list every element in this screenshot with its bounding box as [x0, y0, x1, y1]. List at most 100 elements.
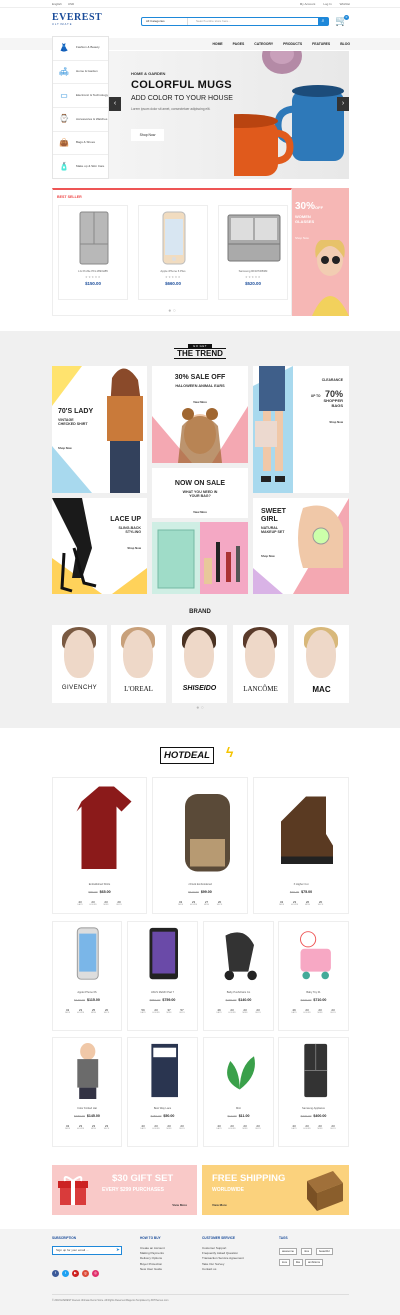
footer: [0, 1229, 400, 1315]
tag-item[interactable]: beautiful: [316, 1248, 333, 1255]
tag-item[interactable]: awesome: [279, 1248, 297, 1255]
brand-card[interactable]: MAC: [294, 625, 349, 703]
sidebar-item-fashion[interactable]: 👗 Fashion & Beauty: [53, 37, 108, 61]
slider-dots[interactable]: ● ○: [53, 308, 291, 314]
product-card[interactable]: LG Profile PFL1893H85 ★★★★★ $150.00: [58, 205, 128, 300]
hero-prev-arrow[interactable]: ‹: [109, 97, 121, 111]
brand-slider-dots[interactable]: ● ○: [0, 705, 400, 711]
hero-next-arrow[interactable]: ›: [337, 97, 349, 111]
product-name[interactable]: Apple iPhone 6S: [53, 991, 121, 994]
tile-shop-now-link[interactable]: Shop Now: [127, 546, 141, 550]
wishlist-link[interactable]: Wishlist: [340, 2, 350, 6]
product-name[interactable]: Color Knitted Hat: [53, 1107, 121, 1110]
hotdeal-card[interactable]: Apple iPhone 6S $140.00 $115.00 43 DAYS 23 HOU…: [52, 921, 122, 1031]
product-name[interactable]: LG Profile PFL1893H85: [59, 269, 127, 273]
product-card[interactable]: Apple iPhone 6 Plus ★★★★★ $660.00: [138, 205, 208, 300]
product-name[interactable]: Baby Toy 01: [279, 991, 348, 994]
trend-tile-makeup-bag[interactable]: [152, 522, 248, 594]
gift-view-more-link[interactable]: View More: [172, 1203, 187, 1207]
logo[interactable]: EVEREST ULTIMATE: [52, 13, 102, 33]
login-link[interactable]: Log In: [323, 2, 331, 6]
hotdeal-card[interactable]: Samsung Appliance $720.00 $400.00 43 DAYS 23 H…: [278, 1037, 349, 1147]
tile-shop-now-link[interactable]: Shop Now: [329, 420, 343, 424]
free-shipping-banner[interactable]: FREE SHIPPING WORLDWIDE View More: [202, 1165, 349, 1215]
ship-view-more-link[interactable]: View More: [212, 1203, 227, 1207]
sidebar-item-accessories[interactable]: ⌚ Accessories & Watches: [53, 108, 108, 132]
hotdeal-card[interactable]: Color Knitted Hat $180.00 $145.00 43 DAYS 23 H…: [52, 1037, 122, 1147]
product-name[interactable]: X Higher Cut: [254, 883, 348, 886]
nav-category[interactable]: CATEGORY: [254, 42, 273, 46]
tag-item[interactable]: love: [279, 1259, 291, 1266]
nav-features[interactable]: FEATURES: [312, 42, 330, 46]
product-card[interactable]: Samsung RF1PN083M ★★★★★ $520.00: [218, 205, 288, 300]
brand-card[interactable]: GIVENCHY: [52, 625, 107, 703]
trend-tile-70s-lady[interactable]: 70'S LADY VINTAGE CHECKED SHIRT Shop Now: [52, 366, 147, 493]
cart-button[interactable]: 🛒 0: [335, 15, 349, 28]
footer-link[interactable]: Transaction Service Agreement: [202, 1256, 244, 1261]
search-input[interactable]: Search entire store here...: [188, 18, 318, 25]
twitter-icon[interactable]: t: [62, 1270, 69, 1277]
youtube-icon[interactable]: ▶: [72, 1270, 79, 1277]
tile-view-more-link[interactable]: View More: [152, 510, 248, 514]
product-name[interactable]: Best Way Lace: [128, 1107, 197, 1110]
hotdeal-card[interactable]: J.Fluck Embroidered $110.00 $99.00 43 DAYS 23…: [152, 777, 248, 914]
countdown-label: SECS: [255, 1128, 261, 1130]
sidebar-item-bags[interactable]: 👜 Bags & Shoes: [53, 132, 108, 156]
women-glasses-promo[interactable]: 30%OFF WOMEN GLASSES Shop Now: [292, 188, 349, 316]
hotdeal-card[interactable]: X Higher Cut $90.00 $75.00 43 DAYS 23 HOURS 26 M…: [253, 777, 349, 914]
countdown-unit: 23 SECS: [102, 1124, 112, 1130]
subscription-email-input[interactable]: Sign up for your email ...: [52, 1246, 122, 1255]
tile-shop-now-link[interactable]: Shop Now: [58, 446, 72, 450]
sidebar-item-makeup[interactable]: 🧴 Make up & Skin Care: [53, 155, 108, 179]
google-plus-icon[interactable]: g: [82, 1270, 89, 1277]
brand-card[interactable]: L'OREAL: [111, 625, 166, 703]
facebook-icon[interactable]: f: [52, 1270, 59, 1277]
nav-blog[interactable]: BLOG: [340, 42, 350, 46]
sidebar-item-electronic[interactable]: ▭ Electronic & Technology: [53, 84, 108, 109]
tile-shop-now-link[interactable]: Shop Now: [261, 554, 275, 558]
tag-item[interactable]: nice: [301, 1248, 313, 1255]
hotdeal-card[interactable]: Baby Pushchairs Co $190.00 $140.00 49 DAYS 23…: [203, 921, 274, 1031]
footer-link[interactable]: New User Guide: [140, 1267, 165, 1272]
footer-link[interactable]: Delivery Options: [140, 1256, 165, 1261]
category-select[interactable]: All Categories: [142, 18, 188, 25]
sidebar-item-home[interactable]: 🛋 Home & Garden: [53, 61, 108, 85]
currency-selector[interactable]: USD: [68, 2, 74, 6]
footer-link[interactable]: Contact us: [202, 1267, 244, 1272]
tag-item[interactable]: like: [293, 1259, 304, 1266]
trend-tile-lace-up[interactable]: LACE UP SLING-BACK STYLING Shop Now: [52, 498, 147, 594]
nav-home[interactable]: HOME: [212, 42, 222, 46]
product-name[interactable]: J.Fluck Embroidered: [153, 883, 247, 886]
my-account-link[interactable]: My Account: [300, 2, 316, 6]
promo-shop-now-link[interactable]: Shop Now: [295, 236, 309, 240]
instagram-icon[interactable]: ◎: [92, 1270, 99, 1277]
product-name[interactable]: Embellished Shirts: [53, 883, 146, 886]
send-icon[interactable]: ➤: [116, 1247, 120, 1253]
product-name[interactable]: Apple iPhone 6 Plus: [139, 269, 207, 273]
nav-products[interactable]: PRODUCTS: [283, 42, 302, 46]
trend-tile-animal-ears[interactable]: 30% SALE OFF HALOWEEN ANIMAL EARS View M…: [152, 366, 248, 463]
hotdeal-card[interactable]: Mint $14.00 $11.00 43 DAYS 23 HOURS 23 MINS 23 SEC…: [203, 1037, 274, 1147]
hotdeal-card[interactable]: Embellished Shirts $80.00 $65.00 43 DAYS 23 HO…: [52, 777, 147, 914]
language-selector[interactable]: English: [52, 2, 62, 6]
hotdeal-card[interactable]: ASUS MeMO Pad 7 $860.00 $759.00 59 DAYS 23 HOU…: [127, 921, 198, 1031]
trend-tile-sweet-girl[interactable]: SWEET GIRL NATURAL MAKEUP SET Shop Now: [253, 498, 349, 594]
product-name[interactable]: Mint: [204, 1107, 273, 1110]
product-name[interactable]: ASUS MeMO Pad 7: [128, 991, 197, 994]
gift-set-banner[interactable]: $30 GIFT SET EVERY $299 PURCHASES View M…: [52, 1165, 197, 1215]
how-to-buy-links: Create an Account Making Payments Delive…: [140, 1246, 165, 1272]
brand-card[interactable]: LANCÔME: [233, 625, 288, 703]
product-name[interactable]: Baby Pushchairs Co: [204, 991, 273, 994]
trend-tile-shopper-bags[interactable]: CLEARANCE UP TO 70% SHOPPER BAGS Shop No…: [253, 366, 349, 493]
product-name[interactable]: Samsung RF1PN083M: [219, 269, 287, 273]
tile-view-more-link[interactable]: View More: [152, 400, 248, 404]
brand-card[interactable]: SHISEIDO: [172, 625, 227, 703]
trend-tile-now-on-sale[interactable]: NOW ON SALE WHAT YOU NEED IN YOUR BAG? V…: [152, 468, 248, 518]
hero-shop-now-button[interactable]: Shop Now: [131, 129, 164, 141]
hotdeal-card[interactable]: Baby Toy 01 $720.00 $710.00 49 DAYS 23 HOURS 23…: [278, 921, 349, 1031]
hotdeal-card[interactable]: Best Way Lace $150.00 $50.00 43 DAYS 23 HOURS 2…: [127, 1037, 198, 1147]
nav-pages[interactable]: PAGES: [233, 42, 245, 46]
search-button[interactable]: ⌕: [318, 18, 328, 25]
product-name[interactable]: Samsung Appliance: [279, 1107, 348, 1110]
tag-item[interactable]: ambitions: [305, 1259, 323, 1266]
